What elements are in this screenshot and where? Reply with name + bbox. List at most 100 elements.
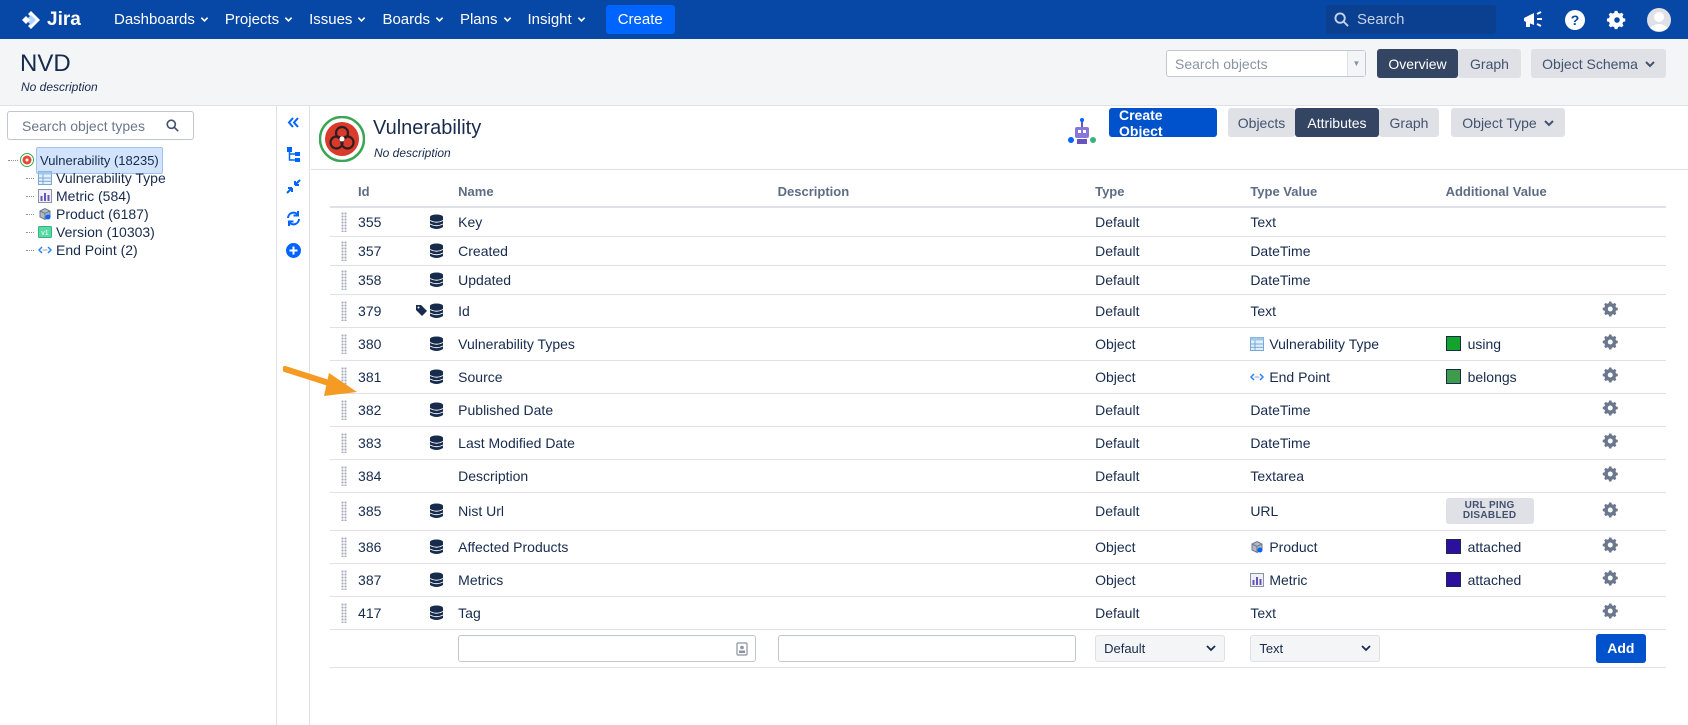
- collapse-sidebar-icon[interactable]: [285, 114, 302, 131]
- settings-icon[interactable]: [1596, 0, 1638, 39]
- add-attribute-button[interactable]: Add: [1595, 633, 1646, 663]
- drag-handle-icon[interactable]: [341, 536, 347, 557]
- global-search[interactable]: Search: [1326, 5, 1496, 34]
- gear-icon[interactable]: [1602, 300, 1620, 318]
- help-icon[interactable]: ?: [1554, 0, 1596, 39]
- attribute-name[interactable]: Source: [458, 360, 778, 394]
- drag-handle-icon[interactable]: [341, 569, 347, 590]
- add-object-type-icon[interactable]: [285, 242, 302, 259]
- table-row[interactable]: 386 Affected Products Object Product attache…: [330, 530, 1666, 564]
- type-header[interactable]: Type: [1095, 181, 1251, 208]
- gear-icon[interactable]: [1602, 536, 1620, 554]
- object-schema-button[interactable]: Object Schema: [1531, 49, 1666, 78]
- drag-handle-icon[interactable]: [341, 465, 347, 486]
- nav-dashboards-menu[interactable]: Dashboards: [106, 0, 217, 39]
- table-row[interactable]: 382 Published Date Default DateTime: [330, 393, 1666, 427]
- table-row[interactable]: 380 Vulnerability Types Object Vulnerabilit…: [330, 327, 1666, 361]
- gear-icon[interactable]: [1602, 333, 1620, 351]
- table-row[interactable]: 355 Key Default Text: [330, 207, 1666, 237]
- drag-handle-icon[interactable]: [341, 602, 347, 623]
- description-header[interactable]: Description: [777, 181, 1096, 208]
- drag-handle-icon[interactable]: [341, 432, 347, 453]
- gear-icon[interactable]: [1602, 569, 1620, 587]
- type-select[interactable]: Default: [1095, 634, 1226, 662]
- objects-tab[interactable]: Objects: [1228, 108, 1295, 137]
- attribute-name[interactable]: Updated: [458, 265, 778, 295]
- attribute-name[interactable]: Published Date: [458, 393, 778, 427]
- tree-item-vulnerability-type[interactable]: Vulnerability Type: [26, 169, 166, 187]
- attribute-name[interactable]: Metrics: [458, 563, 778, 597]
- attribute-name[interactable]: Affected Products: [458, 530, 778, 564]
- new-attribute-name-input[interactable]: [458, 634, 757, 662]
- package-icon: [1250, 540, 1264, 554]
- gear-icon[interactable]: [1602, 366, 1620, 384]
- search-object-types-input[interactable]: Search object types: [7, 111, 194, 140]
- attribute-additional-value: [1445, 393, 1596, 427]
- attribute-name[interactable]: Vulnerability Types: [458, 327, 778, 361]
- nav-issues-menu[interactable]: Issues: [301, 0, 374, 39]
- attribute-name[interactable]: Key: [458, 207, 778, 237]
- table-row[interactable]: 357 Created Default DateTime: [330, 236, 1666, 266]
- tree-item-end-point[interactable]: End Point (2): [26, 241, 166, 259]
- reference-type-text: attached: [1467, 571, 1522, 588]
- drag-handle-icon[interactable]: [341, 501, 347, 521]
- overview-button[interactable]: Overview: [1377, 49, 1458, 78]
- nav-insight-menu[interactable]: Insight: [520, 0, 594, 39]
- table-row[interactable]: 383 Last Modified Date Default DateTime: [330, 426, 1666, 460]
- gear-icon[interactable]: [1602, 602, 1620, 620]
- nav-boards-menu[interactable]: Boards: [374, 0, 452, 39]
- tree-item-metric[interactable]: Metric (584): [26, 187, 166, 205]
- table-row[interactable]: 358 Updated Default DateTime: [330, 265, 1666, 295]
- drag-handle-icon[interactable]: [341, 269, 347, 290]
- collapse-all-icon[interactable]: [285, 178, 302, 195]
- search-objects-dropdown-icon[interactable]: ▼: [1347, 51, 1365, 76]
- nav-plans-menu[interactable]: Plans: [452, 0, 520, 39]
- object-type-menu-button[interactable]: Object Type: [1451, 108, 1565, 137]
- nav-item-label: Plans: [459, 11, 498, 28]
- table-row[interactable]: 381 Source Object End Point belongs: [330, 360, 1666, 394]
- gear-icon[interactable]: [1602, 501, 1620, 519]
- attribute-name[interactable]: Nist Url: [458, 492, 778, 531]
- name-header[interactable]: Name: [458, 181, 778, 208]
- attributes-tab[interactable]: Attributes: [1295, 108, 1379, 137]
- search-objects-input[interactable]: Search objects ▼: [1166, 50, 1366, 77]
- table-row[interactable]: 417 Tag Default Text: [330, 596, 1666, 630]
- tree-item-vulnerability[interactable]: Vulnerability (18235): [8, 146, 166, 174]
- table-row[interactable]: 387 Metrics Object Metric attached: [330, 563, 1666, 597]
- attribute-name[interactable]: Id: [458, 294, 778, 328]
- nav-projects-menu[interactable]: Projects: [217, 0, 301, 39]
- create-object-button[interactable]: Create Object: [1109, 107, 1217, 139]
- type-value-select[interactable]: Text: [1250, 634, 1381, 662]
- attribute-name[interactable]: Description: [458, 459, 778, 493]
- new-attribute-description-input[interactable]: [777, 634, 1076, 662]
- schema-graph-button[interactable]: Graph: [1458, 49, 1521, 78]
- robot-icon[interactable]: [1066, 116, 1098, 148]
- notification-icon[interactable]: [1512, 0, 1554, 39]
- hierarchy-icon[interactable]: [285, 146, 302, 163]
- gear-icon[interactable]: [1602, 465, 1620, 483]
- attribute-name[interactable]: Created: [458, 236, 778, 266]
- table-row[interactable]: 385 Nist Url Default URL URL PING DISABLED: [330, 492, 1666, 531]
- attribute-name[interactable]: Last Modified Date: [458, 426, 778, 460]
- gear-icon[interactable]: [1602, 432, 1620, 450]
- attribute-id: 386: [358, 530, 411, 564]
- jira-logo[interactable]: Jira: [20, 9, 106, 31]
- attribute-name[interactable]: Tag: [458, 596, 778, 630]
- tree-item-product[interactable]: Product (6187): [26, 205, 166, 223]
- additional-value-header[interactable]: Additional Value: [1445, 181, 1596, 208]
- drag-handle-icon[interactable]: [341, 240, 347, 261]
- avatar[interactable]: [1638, 0, 1680, 39]
- drag-handle-icon[interactable]: [341, 211, 347, 232]
- gear-icon[interactable]: [1602, 399, 1620, 417]
- refresh-icon[interactable]: [285, 210, 302, 227]
- graph-tab[interactable]: Graph: [1379, 108, 1439, 137]
- create-button[interactable]: Create: [605, 5, 675, 34]
- drag-handle-icon[interactable]: [341, 333, 347, 354]
- id-header[interactable]: Id: [358, 181, 411, 208]
- drag-handle-icon[interactable]: [341, 300, 347, 321]
- tree-item-version[interactable]: v1 Version (10303): [26, 223, 166, 241]
- table-row[interactable]: 379 Id Default Text: [330, 294, 1666, 328]
- table-row[interactable]: 384 Description Default Textarea: [330, 459, 1666, 493]
- new-type-value-cell: Text: [1250, 629, 1446, 668]
- type-value-header[interactable]: Type Value: [1250, 181, 1446, 208]
